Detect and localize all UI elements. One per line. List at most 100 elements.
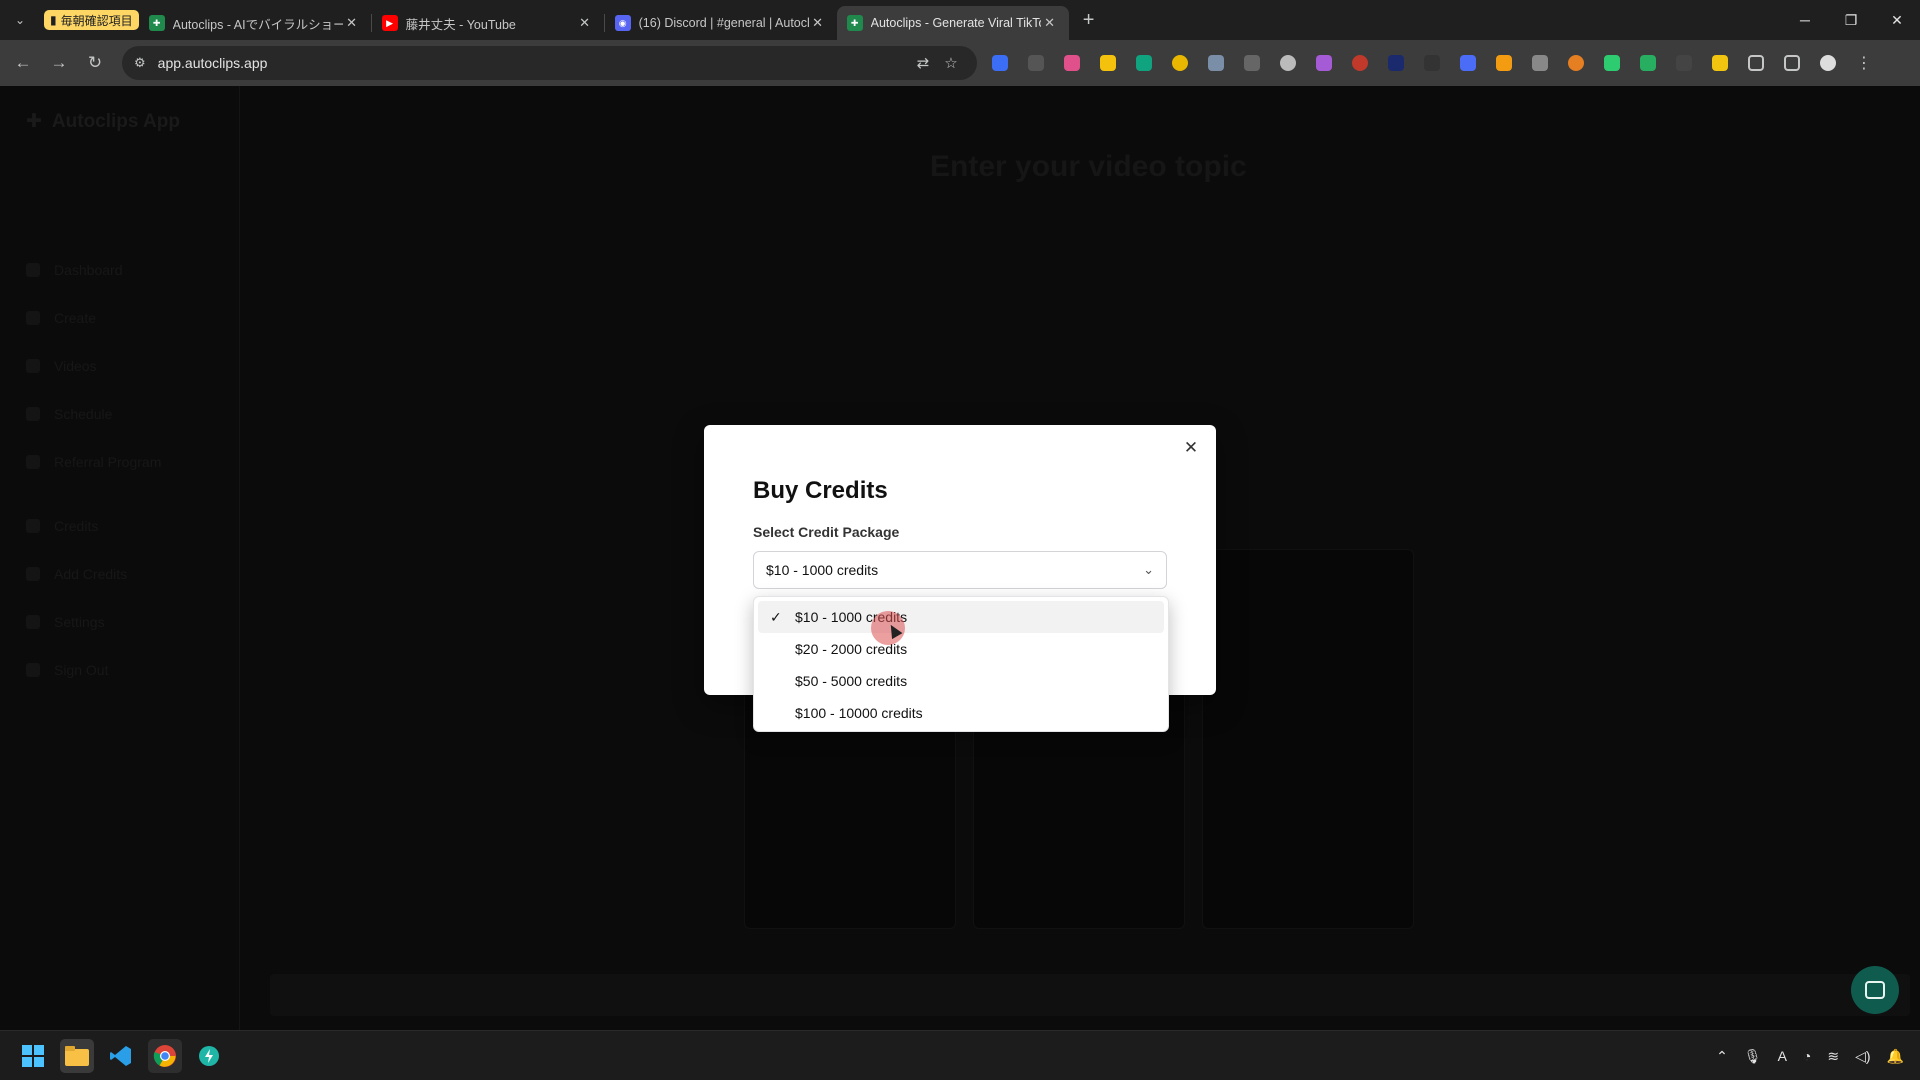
- sidebar-item-add-credits[interactable]: Add Credits: [26, 566, 127, 582]
- site-info-icon[interactable]: ⚙: [134, 55, 146, 71]
- extension-chrome-icon[interactable]: [1167, 50, 1193, 76]
- browser-menu-icon[interactable]: ⋮: [1851, 50, 1877, 76]
- restore-icon[interactable]: ❐: [1828, 0, 1874, 40]
- extension-recycle-icon[interactable]: [1023, 50, 1049, 76]
- file-explorer-icon[interactable]: [60, 1039, 94, 1073]
- reading-list-icon[interactable]: [1779, 50, 1805, 76]
- option-100[interactable]: $100 - 10000 credits: [758, 697, 1164, 729]
- generate-button[interactable]: [270, 974, 1910, 1016]
- extension-yellow-arrow-icon[interactable]: [1707, 50, 1733, 76]
- system-tray: ⌃ 🎙 A ◔ ≋ ◁) 🔔: [1716, 1031, 1904, 1080]
- volume-icon[interactable]: ◁): [1855, 1048, 1870, 1065]
- sidebar-item-create[interactable]: Create: [26, 310, 96, 326]
- extension-pinwheel-icon[interactable]: [1563, 50, 1589, 76]
- selected-package: $10 - 1000 credits: [766, 562, 879, 578]
- sidebar-item-credits[interactable]: Credits: [26, 518, 98, 534]
- credit-package-select[interactable]: $10 - 1000 credits ⌄: [753, 551, 1167, 589]
- extension-arrow-icon[interactable]: [1599, 50, 1625, 76]
- address-bar[interactable]: ⚙ app.autoclips.app ⇄ ☆: [122, 46, 977, 80]
- settings-icon: [26, 615, 40, 629]
- schedule-icon: [26, 407, 40, 421]
- extension-hourglass-icon[interactable]: [1311, 50, 1337, 76]
- extension-colorwheel-icon[interactable]: [1059, 50, 1085, 76]
- extension-record-icon[interactable]: [1347, 50, 1373, 76]
- url-text[interactable]: app.autoclips.app: [158, 55, 909, 71]
- close-icon[interactable]: ✕: [1180, 437, 1202, 459]
- tab-group-chip[interactable]: ▮ 毎朝確認項目: [44, 10, 139, 30]
- chat-launcher[interactable]: [1851, 966, 1899, 1014]
- windows-taskbar: ⌃ 🎙 A ◔ ≋ ◁) 🔔: [0, 1030, 1920, 1080]
- sidebar-item-dashboard[interactable]: Dashboard: [26, 262, 123, 278]
- sidebar-item-label: Settings: [54, 614, 105, 630]
- folder-icon: ▮: [50, 13, 57, 27]
- back-arrow-icon[interactable]: ←: [6, 46, 40, 80]
- browser-tab-bar: ⌄ ▮ 毎朝確認項目 ✚ Autoclips - AIでバイラルショート動 ✕ …: [0, 0, 1920, 40]
- tab-title: Autoclips - AIでバイラルショート動: [172, 17, 343, 32]
- extension-grey-icon[interactable]: [1671, 50, 1697, 76]
- browser-tab[interactable]: ◉ (16) Discord | #general | Autocl ✕: [605, 6, 837, 40]
- lightning-app-icon[interactable]: [192, 1039, 226, 1073]
- sidebar-item-settings[interactable]: Settings: [26, 614, 105, 630]
- sidebar-item-schedule[interactable]: Schedule: [26, 406, 112, 422]
- extension-screen-icon[interactable]: [1383, 50, 1409, 76]
- browser-tab[interactable]: ✚ Autoclips - AIでバイラルショート動 ✕: [139, 6, 371, 40]
- option-20[interactable]: $20 - 2000 credits: [758, 633, 1164, 665]
- sidebar-item-referral[interactable]: Referral Program: [26, 454, 161, 470]
- vscode-icon[interactable]: [104, 1039, 138, 1073]
- reload-icon[interactable]: ↻: [78, 46, 112, 80]
- translate-icon[interactable]: ⇄: [909, 54, 937, 72]
- new-tab-button[interactable]: +: [1075, 6, 1103, 34]
- windows-start-icon[interactable]: [16, 1039, 50, 1073]
- notification-bell-icon[interactable]: 🔔: [1887, 1048, 1904, 1065]
- extension-window-icon[interactable]: [1527, 50, 1553, 76]
- extension-dot-icon[interactable]: [1419, 50, 1445, 76]
- credit-package-dropdown: ✓ $10 - 1000 credits $20 - 2000 credits …: [753, 596, 1169, 732]
- tab-close-icon[interactable]: ✕: [576, 15, 594, 31]
- brand-name: Autoclips App: [51, 110, 180, 132]
- sidebar-item-label: Schedule: [54, 406, 113, 422]
- chat-icon: [1865, 981, 1885, 999]
- ime-icon[interactable]: A: [1778, 1048, 1787, 1064]
- brand[interactable]: ✚ Autoclips App: [26, 110, 180, 133]
- tab-group-label: 毎朝確認項目: [60, 13, 133, 28]
- option-50[interactable]: $50 - 5000 credits: [758, 665, 1164, 697]
- microphone-icon[interactable]: 🎙: [1744, 1048, 1762, 1065]
- wifi-icon[interactable]: ≋: [1827, 1048, 1839, 1065]
- sidebar-item-sign-out[interactable]: Sign Out: [26, 662, 108, 678]
- plus-icon: [26, 567, 40, 581]
- extension-n-icon[interactable]: [1131, 50, 1157, 76]
- chrome-icon[interactable]: [148, 1039, 182, 1073]
- extension-s-icon[interactable]: [1455, 50, 1481, 76]
- sidebar-item-label: Dashboard: [54, 262, 123, 278]
- tab-search-button[interactable]: ⌄: [6, 6, 34, 34]
- profile-avatar-icon[interactable]: [1815, 50, 1841, 76]
- extension-mic-icon[interactable]: [1239, 50, 1265, 76]
- extension-shield-icon[interactable]: [987, 50, 1013, 76]
- browser-tab-active[interactable]: ✚ Autoclips - Generate Viral TikTo ✕: [836, 6, 1069, 40]
- forward-arrow-icon[interactable]: →: [42, 46, 76, 80]
- bookmark-star-icon[interactable]: ☆: [937, 54, 965, 72]
- extension-orange-icon[interactable]: [1491, 50, 1517, 76]
- tab-close-icon[interactable]: ✕: [1041, 15, 1059, 31]
- sync-icon[interactable]: ◔: [1803, 1048, 1811, 1064]
- browser-tab[interactable]: ▶ 藤井丈夫 - YouTube ✕: [372, 6, 604, 40]
- extension-h-icon[interactable]: [1095, 50, 1121, 76]
- tab-close-icon[interactable]: ✕: [343, 15, 361, 31]
- chevron-up-icon[interactable]: ⌃: [1716, 1048, 1728, 1065]
- extensions-puzzle-icon[interactable]: [1743, 50, 1769, 76]
- tab-title: Autoclips - Generate Viral TikTo: [870, 16, 1041, 30]
- extension-green-badge-icon[interactable]: [1635, 50, 1661, 76]
- videos-icon: [26, 359, 40, 373]
- sidebar-item-videos[interactable]: Videos: [26, 358, 97, 374]
- extension-gpt-icon[interactable]: [1275, 50, 1301, 76]
- chevron-down-icon: ⌄: [1143, 562, 1154, 577]
- check-icon: ✓: [770, 609, 782, 625]
- option-10[interactable]: ✓ $10 - 1000 credits: [758, 601, 1164, 633]
- tab-title: 藤井丈夫 - YouTube: [405, 17, 516, 32]
- tab-close-icon[interactable]: ✕: [809, 15, 827, 31]
- minimize-icon[interactable]: ─: [1782, 0, 1828, 40]
- extension-puzzle-icon[interactable]: [1203, 50, 1229, 76]
- autoclips-favicon-icon: ✚: [148, 15, 165, 31]
- video-thumbnail[interactable]: [1202, 549, 1414, 929]
- window-close-icon[interactable]: ✕: [1874, 0, 1920, 40]
